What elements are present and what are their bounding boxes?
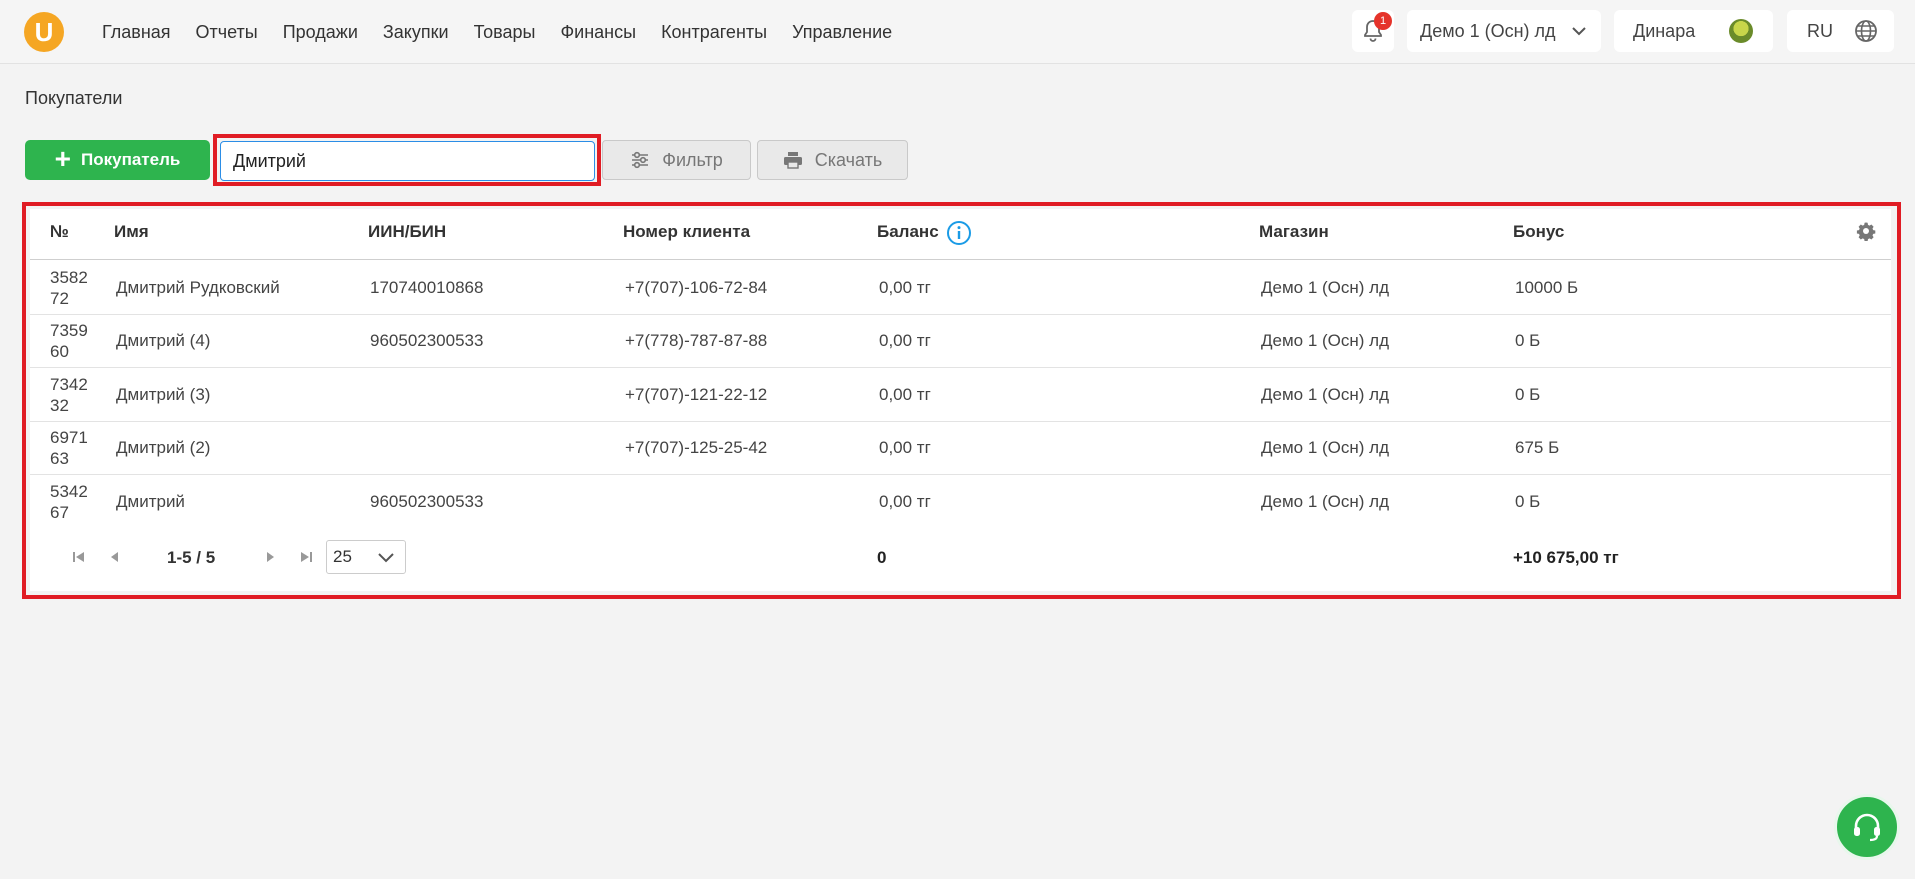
add-customer-button[interactable]: + Покупатель	[25, 140, 210, 180]
main-nav: Главная Отчеты Продажи Закупки Товары Фи…	[102, 0, 917, 64]
cell-bonus: 0 Б	[1515, 385, 1541, 404]
cell-name[interactable]: Дмитрий (3)	[116, 385, 210, 405]
user-menu[interactable]: Динара	[1614, 10, 1773, 52]
cell-iin: 960502300533	[370, 492, 484, 511]
column-header-phone[interactable]: Номер клиента	[623, 222, 750, 242]
info-icon[interactable]	[946, 220, 972, 246]
cell-balance: 0,00 тг	[879, 385, 931, 404]
total-bonus: +10 675,00 тг	[1513, 548, 1619, 567]
printer-icon	[783, 152, 802, 169]
cell-balance: 0,00 тг	[879, 492, 931, 511]
download-button[interactable]: Скачать	[757, 140, 908, 180]
cell-number: 697163	[50, 428, 88, 468]
notifications-button[interactable]: 1	[1352, 10, 1394, 52]
column-header-bonus[interactable]: Бонус	[1513, 222, 1564, 242]
add-customer-label: Покупатель	[81, 150, 181, 169]
header-divider	[30, 259, 1891, 260]
cell-bonus: 10000 Б	[1515, 278, 1579, 297]
language-select[interactable]: RU	[1787, 10, 1894, 52]
nav-item-purchases[interactable]: Закупки	[383, 22, 449, 43]
row-divider	[30, 314, 1891, 315]
cell-name[interactable]: Дмитрий (2)	[116, 438, 210, 458]
chevron-down-icon	[1572, 27, 1586, 36]
row-divider	[30, 474, 1891, 475]
gear-icon[interactable]	[1856, 221, 1876, 241]
cell-number: 358272	[50, 268, 88, 308]
column-header-iin[interactable]: ИИН/БИН	[368, 222, 446, 242]
headset-icon	[1854, 813, 1880, 842]
cell-number: 734232	[50, 375, 88, 415]
column-header-name[interactable]: Имя	[114, 222, 149, 242]
column-header-number[interactable]: №	[50, 222, 69, 242]
column-header-balance[interactable]: Баланс	[877, 222, 939, 242]
page-title: Покупатели	[25, 88, 123, 108]
nav-item-goods[interactable]: Товары	[474, 22, 536, 43]
cell-number: 534267	[50, 482, 88, 522]
cell-bonus: 0 Б	[1515, 492, 1541, 511]
cell-bonus: 675 Б	[1515, 438, 1560, 457]
pagination-range: 1-5 / 5	[167, 548, 216, 567]
cell-store: Демо 1 (Осн) лд	[1261, 438, 1390, 457]
cell-balance: 0,00 тг	[879, 278, 931, 297]
user-name: Динара	[1633, 20, 1696, 41]
filter-label: Фильтр	[662, 149, 723, 170]
cell-balance: 0,00 тг	[879, 331, 931, 350]
store-select-value: Демо 1 (Осн) лд	[1420, 20, 1556, 41]
cell-iin: 170740010868	[370, 278, 484, 297]
cell-phone: +7(778)-787-87-88	[625, 331, 768, 350]
cell-name[interactable]: Дмитрий	[116, 492, 185, 512]
cell-bonus: 0 Б	[1515, 331, 1541, 350]
cell-store: Демо 1 (Осн) лд	[1261, 278, 1390, 297]
cell-store: Демо 1 (Осн) лд	[1261, 492, 1390, 511]
filter-button[interactable]: Фильтр	[602, 140, 751, 180]
nav-item-sales[interactable]: Продажи	[283, 22, 358, 43]
nav-item-finance[interactable]: Финансы	[560, 22, 636, 43]
cell-phone: +7(707)-106-72-84	[625, 278, 768, 297]
notification-badge: 1	[1374, 12, 1392, 30]
cell-phone: +7(707)-125-25-42	[625, 438, 768, 457]
sliders-icon	[632, 151, 649, 169]
app-logo[interactable]: U	[24, 12, 64, 52]
avatar	[1729, 19, 1753, 43]
plus-icon: +	[54, 142, 72, 174]
row-divider	[30, 421, 1891, 422]
cell-name[interactable]: Дмитрий Рудковский	[116, 278, 280, 298]
cell-iin: 960502300533	[370, 331, 484, 350]
last-page-icon[interactable]	[298, 549, 314, 565]
nav-item-counterparties[interactable]: Контрагенты	[661, 22, 767, 43]
row-divider	[30, 367, 1891, 368]
customers-table	[30, 209, 1891, 591]
cell-number: 735960	[50, 321, 88, 361]
logo-letter: U	[34, 17, 54, 47]
download-label: Скачать	[814, 149, 883, 170]
cell-name[interactable]: Дмитрий (4)	[116, 331, 210, 351]
cell-store: Демо 1 (Осн) лд	[1261, 331, 1390, 350]
language-code: RU	[1807, 20, 1833, 41]
search-input[interactable]	[220, 141, 595, 181]
support-chat-button[interactable]	[1834, 794, 1900, 860]
per-page-select[interactable]: 25	[326, 540, 406, 574]
per-page-value: 25	[333, 547, 352, 566]
column-header-store[interactable]: Магазин	[1259, 222, 1329, 242]
prev-page-icon[interactable]	[107, 549, 123, 565]
store-select[interactable]: Демо 1 (Осн) лд	[1407, 10, 1601, 52]
globe-icon	[1855, 20, 1877, 42]
cell-store: Демо 1 (Осн) лд	[1261, 385, 1390, 404]
chevron-down-icon	[378, 553, 394, 563]
first-page-icon[interactable]	[71, 549, 87, 565]
cell-balance: 0,00 тг	[879, 438, 931, 457]
nav-item-home[interactable]: Главная	[102, 22, 171, 43]
nav-item-reports[interactable]: Отчеты	[196, 22, 258, 43]
total-balance: 0	[877, 548, 887, 567]
next-page-icon[interactable]	[262, 549, 278, 565]
cell-phone: +7(707)-121-22-12	[625, 385, 768, 404]
nav-item-management[interactable]: Управление	[792, 22, 892, 43]
top-bar: U Главная Отчеты Продажи Закупки Товары …	[0, 0, 1915, 64]
